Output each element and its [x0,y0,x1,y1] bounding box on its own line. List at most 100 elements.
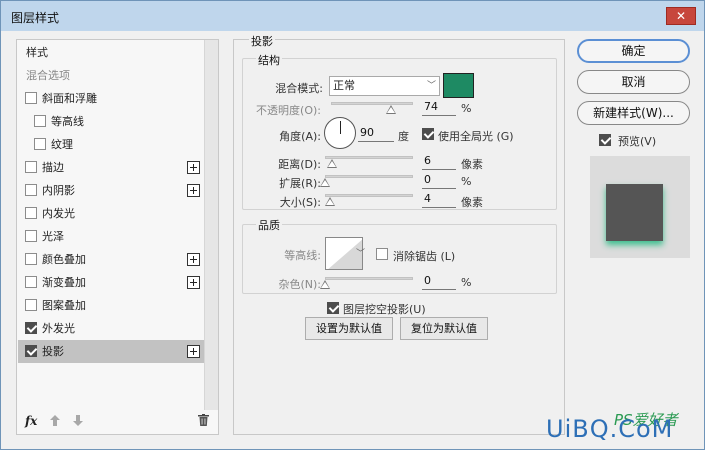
opacity-input[interactable]: 74 [422,98,456,116]
angle-unit: 度 [398,130,409,143]
list-item-pattern-overlay[interactable]: 图案叠加 [18,294,204,317]
blend-options-label: 混合选项 [26,69,70,82]
list-item-contour[interactable]: 等高线 [18,110,204,133]
drop-shadow-checkbox[interactable] [25,345,37,357]
angle-input[interactable]: 90 [358,124,394,142]
move-down-icon[interactable] [73,415,83,426]
blend-mode-label: 混合模式: [275,82,323,95]
contour-label: 等高线 [51,115,84,128]
title-bar: 图层样式 ✕ [1,1,704,31]
bevel-checkbox[interactable] [25,92,37,104]
list-item-gradient-overlay[interactable]: 渐变叠加 [18,271,204,294]
ok-button[interactable]: 确定 [577,39,690,63]
dialog-title: 图层样式 [11,11,60,25]
make-default-button[interactable]: 设置为默认值 [305,317,393,340]
stroke-label: 描边 [42,161,64,174]
gradient-overlay-label: 渐变叠加 [42,276,86,289]
preview-square [606,184,663,241]
inner-shadow-label: 内阴影 [42,184,75,197]
cancel-button[interactable]: 取消 [577,70,690,94]
move-up-icon[interactable] [50,415,60,426]
opacity-unit: % [461,102,472,115]
distance-slider-thumb[interactable] [327,159,337,168]
noise-label: 杂色(N): [278,278,321,291]
pattern-overlay-label: 图案叠加 [42,299,86,312]
distance-label: 距离(D): [278,158,321,171]
inner-glow-label: 内发光 [42,207,75,220]
knockout-checkbox[interactable] [327,302,339,314]
styles-header-label: 样式 [26,46,48,59]
watermark-text: UiBQ.CoM [546,415,674,443]
bevel-label: 斜面和浮雕 [42,92,97,105]
list-item-inner-shadow[interactable]: 内阴影 [18,179,204,202]
texture-checkbox[interactable] [34,138,46,150]
angle-dial[interactable] [324,117,356,149]
shadow-color-swatch[interactable] [443,73,474,98]
list-item-satin[interactable]: 光泽 [18,225,204,248]
new-style-button[interactable]: 新建样式(W)... [577,101,690,125]
blend-options-item[interactable]: 混合选项 [18,64,204,87]
list-item-outer-glow[interactable]: 外发光 [18,317,204,340]
antialias-checkbox[interactable] [376,248,388,260]
spread-slider[interactable] [325,175,413,178]
fx-icon[interactable]: fx [25,414,37,428]
opacity-slider-thumb[interactable] [386,105,396,114]
reset-default-button[interactable]: 复位为默认值 [400,317,488,340]
quality-title: 品质 [256,217,282,233]
blend-mode-select[interactable]: 正常 ﹀ [329,76,440,96]
layer-style-dialog: 图层样式 ✕ 样式 混合选项 斜面和浮雕 等高线 纹理 描边 内阴影 内发光 光… [0,0,705,450]
pattern-overlay-checkbox[interactable] [25,299,37,311]
size-slider-thumb[interactable] [325,197,335,206]
inner-glow-checkbox[interactable] [25,207,37,219]
close-button[interactable]: ✕ [666,7,696,25]
spread-slider-thumb[interactable] [320,178,330,187]
size-input[interactable]: 4 [422,190,456,208]
noise-slider-thumb[interactable] [320,280,330,289]
add-gradient-overlay-icon[interactable] [187,276,200,289]
drop-shadow-section-title: 投影 [249,33,275,49]
styles-scrollbar[interactable] [204,40,218,410]
styles-list-panel: 样式 混合选项 斜面和浮雕 等高线 纹理 描边 内阴影 内发光 光泽 颜色叠加 … [16,39,219,435]
contour-chevron-icon[interactable]: ﹀ [356,246,365,259]
distance-unit: 像素 [461,158,483,171]
satin-checkbox[interactable] [25,230,37,242]
distance-slider[interactable] [325,156,413,159]
add-stroke-icon[interactable] [187,161,200,174]
styles-header[interactable]: 样式 [18,41,204,64]
list-item-texture[interactable]: 纹理 [18,133,204,156]
noise-slider[interactable] [325,277,413,280]
spread-label: 扩展(R): [279,177,321,190]
list-item-stroke[interactable]: 描边 [18,156,204,179]
drop-shadow-label: 投影 [42,345,64,358]
gradient-overlay-checkbox[interactable] [25,276,37,288]
color-overlay-checkbox[interactable] [25,253,37,265]
style-preview [590,156,690,258]
knockout-label: 图层挖空投影(U) [343,303,426,316]
angle-label: 角度(A): [279,130,321,143]
satin-label: 光泽 [42,230,64,243]
list-item-drop-shadow[interactable]: 投影 [18,340,204,363]
distance-input[interactable]: 6 [422,152,456,170]
outer-glow-label: 外发光 [42,322,75,335]
noise-input[interactable]: 0 [422,272,456,290]
inner-shadow-checkbox[interactable] [25,184,37,196]
size-label: 大小(S): [279,196,321,209]
preview-label: 预览(V) [618,135,657,148]
add-inner-shadow-icon[interactable] [187,184,200,197]
antialias-label: 消除锯齿 (L) [393,250,456,263]
outer-glow-checkbox[interactable] [25,322,37,334]
list-item-color-overlay[interactable]: 颜色叠加 [18,248,204,271]
global-light-checkbox[interactable] [422,128,434,140]
list-item-inner-glow[interactable]: 内发光 [18,202,204,225]
contour-checkbox[interactable] [34,115,46,127]
trash-icon[interactable] [198,414,209,426]
size-slider[interactable] [325,194,413,197]
list-item-bevel[interactable]: 斜面和浮雕 [18,87,204,110]
add-drop-shadow-icon[interactable] [187,345,200,358]
global-light-label: 使用全局光 (G) [438,130,514,143]
add-color-overlay-icon[interactable] [187,253,200,266]
stroke-checkbox[interactable] [25,161,37,173]
opacity-slider[interactable] [331,102,413,105]
spread-input[interactable]: 0 [422,171,456,189]
preview-checkbox[interactable] [599,134,611,146]
